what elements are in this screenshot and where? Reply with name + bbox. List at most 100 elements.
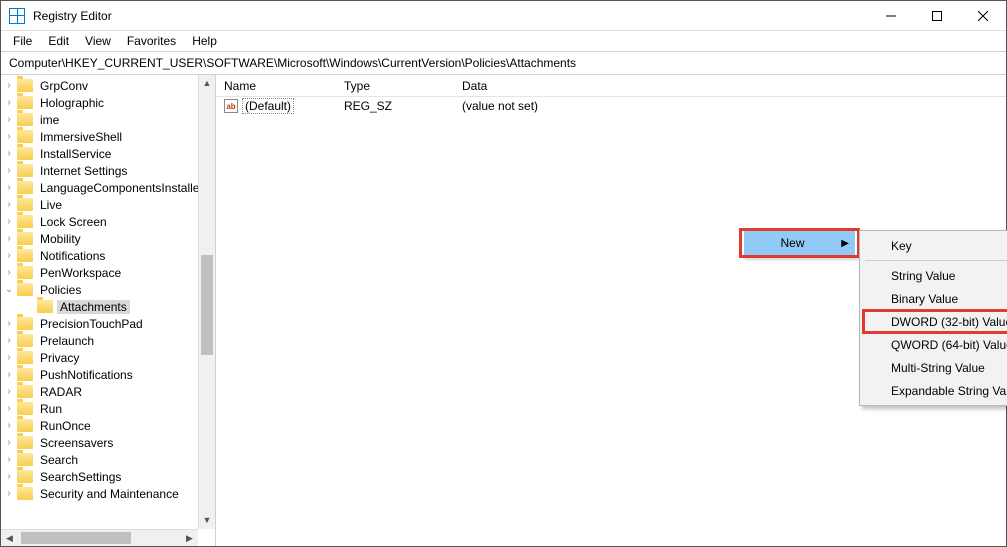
tree-item-immersiveshell[interactable]: ›ImmersiveShell <box>1 128 215 145</box>
chevron-right-icon[interactable]: › <box>3 148 15 159</box>
chevron-right-icon[interactable]: › <box>3 199 15 210</box>
menu-view[interactable]: View <box>77 32 119 50</box>
chevron-right-icon[interactable]: › <box>3 369 15 380</box>
tree-item-languagecomponentsinstaller[interactable]: ›LanguageComponentsInstaller <box>1 179 215 196</box>
chevron-right-icon[interactable]: › <box>3 267 15 278</box>
tree-item-label: Run <box>37 402 65 416</box>
tree-item-attachments[interactable]: Attachments <box>1 298 215 315</box>
tree-content[interactable]: ›GrpConv›Holographic›ime›ImmersiveShell›… <box>1 75 215 546</box>
chevron-right-icon[interactable]: › <box>3 386 15 397</box>
folder-icon <box>17 368 33 381</box>
tree-item-pushnotifications[interactable]: › PushNotifications <box>1 366 215 383</box>
chevron-right-icon[interactable]: › <box>3 437 15 448</box>
menu-help[interactable]: Help <box>184 32 225 50</box>
menu-favorites[interactable]: Favorites <box>119 32 184 50</box>
tree-item-security-and-maintenance[interactable]: › Security and Maintenance <box>1 485 215 502</box>
tree-item-run[interactable]: › Run <box>1 400 215 417</box>
value-row[interactable]: ab (Default) REG_SZ (value not set) <box>216 97 1006 115</box>
tree-item-live[interactable]: ›Live <box>1 196 215 213</box>
chevron-right-icon[interactable]: › <box>3 471 15 482</box>
scroll-left-icon[interactable]: ◀ <box>1 530 18 546</box>
chevron-down-icon[interactable]: ⌄ <box>3 284 15 295</box>
submenu-item-multi-string-value[interactable]: Multi-String Value <box>863 356 1007 379</box>
tree-item-internet-settings[interactable]: ›Internet Settings <box>1 162 215 179</box>
tree-item-prelaunch[interactable]: › Prelaunch <box>1 332 215 349</box>
folder-icon <box>17 487 33 500</box>
folder-icon <box>17 470 33 483</box>
chevron-right-icon[interactable]: › <box>3 352 15 363</box>
tree-item-installservice[interactable]: ›InstallService <box>1 145 215 162</box>
folder-icon <box>17 283 33 296</box>
tree-horizontal-scrollbar[interactable]: ◀ ▶ <box>1 529 198 546</box>
close-button[interactable] <box>960 1 1006 31</box>
string-value-icon: ab <box>224 99 238 113</box>
column-data[interactable]: Data <box>454 76 1006 96</box>
chevron-right-icon[interactable]: › <box>3 335 15 346</box>
folder-icon <box>17 266 33 279</box>
tree-item-label: Mobility <box>37 232 84 246</box>
chevron-right-icon[interactable]: › <box>3 318 15 329</box>
tree-item-grpconv[interactable]: ›GrpConv <box>1 77 215 94</box>
submenu-item-binary-value[interactable]: Binary Value <box>863 287 1007 310</box>
context-item-new[interactable]: New ▶ <box>744 231 855 255</box>
chevron-right-icon[interactable]: › <box>3 250 15 261</box>
submenu-item-string-value[interactable]: String Value <box>863 264 1007 287</box>
menu-edit[interactable]: Edit <box>40 32 77 50</box>
folder-icon <box>17 385 33 398</box>
tree-item-searchsettings[interactable]: ›SearchSettings <box>1 468 215 485</box>
context-item-new-label: New <box>780 236 804 250</box>
column-name[interactable]: Name <box>216 76 336 96</box>
scroll-thumb-vertical[interactable] <box>201 255 213 355</box>
tree-item-label: ime <box>37 113 62 127</box>
chevron-right-icon[interactable]: › <box>3 131 15 142</box>
address-bar[interactable]: Computer\HKEY_CURRENT_USER\SOFTWARE\Micr… <box>1 51 1006 75</box>
tree-item-policies[interactable]: ⌄Policies <box>1 281 215 298</box>
folder-icon <box>17 215 33 228</box>
tree-item-label: Prelaunch <box>37 334 97 348</box>
tree-item-notifications[interactable]: ›Notifications <box>1 247 215 264</box>
chevron-right-icon[interactable]: › <box>3 114 15 125</box>
scroll-right-icon[interactable]: ▶ <box>181 530 198 546</box>
column-type[interactable]: Type <box>336 76 454 96</box>
submenu-item-qword-64-bit-value[interactable]: QWORD (64-bit) Value <box>863 333 1007 356</box>
tree-item-lock-screen[interactable]: ›Lock Screen <box>1 213 215 230</box>
chevron-right-icon[interactable]: › <box>3 454 15 465</box>
tree-item-ime[interactable]: › ime <box>1 111 215 128</box>
submenu-item-expandable-string-value[interactable]: Expandable String Value <box>863 379 1007 402</box>
tree-item-label: RunOnce <box>37 419 94 433</box>
tree-item-penworkspace[interactable]: ›PenWorkspace <box>1 264 215 281</box>
folder-icon <box>37 300 53 313</box>
chevron-right-icon[interactable]: › <box>3 165 15 176</box>
folder-icon <box>17 453 33 466</box>
tree-item-precisiontouchpad[interactable]: ›PrecisionTouchPad <box>1 315 215 332</box>
submenu-item-key[interactable]: Key <box>863 234 1007 257</box>
tree-item-radar[interactable]: ›RADAR <box>1 383 215 400</box>
tree-item-label: PushNotifications <box>37 368 136 382</box>
tree-item-privacy[interactable]: ›Privacy <box>1 349 215 366</box>
value-name: (Default) <box>242 98 294 114</box>
scroll-up-icon[interactable]: ▲ <box>199 75 215 92</box>
tree-item-label: Security and Maintenance <box>37 487 182 501</box>
menubar: File Edit View Favorites Help <box>1 31 1006 51</box>
chevron-right-icon[interactable]: › <box>3 488 15 499</box>
chevron-right-icon[interactable]: › <box>3 420 15 431</box>
scroll-down-icon[interactable]: ▼ <box>199 512 215 529</box>
submenu-item-dword-32-bit-value[interactable]: DWORD (32-bit) Value <box>863 310 1007 333</box>
chevron-right-icon[interactable]: › <box>3 80 15 91</box>
chevron-right-icon[interactable]: › <box>3 403 15 414</box>
chevron-right-icon[interactable]: › <box>3 233 15 244</box>
chevron-right-icon[interactable]: › <box>3 97 15 108</box>
scroll-thumb-horizontal[interactable] <box>21 532 131 544</box>
tree-item-screensavers[interactable]: ›Screensavers <box>1 434 215 451</box>
chevron-right-icon[interactable]: › <box>3 216 15 227</box>
tree-vertical-scrollbar[interactable]: ▲ ▼ <box>198 75 215 529</box>
tree-item-holographic[interactable]: ›Holographic <box>1 94 215 111</box>
menu-separator <box>865 260 1007 261</box>
tree-item-search[interactable]: ›Search <box>1 451 215 468</box>
tree-item-mobility[interactable]: › Mobility <box>1 230 215 247</box>
chevron-right-icon[interactable]: › <box>3 182 15 193</box>
menu-file[interactable]: File <box>5 32 40 50</box>
minimize-button[interactable] <box>868 1 914 31</box>
tree-item-runonce[interactable]: › RunOnce <box>1 417 215 434</box>
maximize-button[interactable] <box>914 1 960 31</box>
